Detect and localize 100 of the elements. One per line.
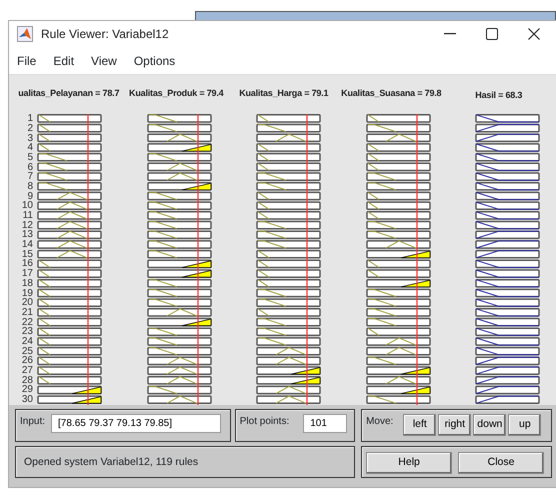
membership-plot xyxy=(146,202,212,210)
maximize-icon[interactable] xyxy=(486,28,498,40)
move-button[interactable]: left xyxy=(403,414,436,436)
membership-plot xyxy=(146,279,212,288)
membership-plot xyxy=(366,288,430,298)
membership-plot xyxy=(475,172,540,182)
variable-heading: ualitas_Pelayanan = 78.7 xyxy=(18,88,120,98)
membership-plot xyxy=(146,260,212,268)
membership-plot xyxy=(146,308,212,317)
membership-plot xyxy=(366,318,430,327)
membership-plot xyxy=(475,260,540,268)
rule-number: 15 xyxy=(20,250,34,260)
membership-plot xyxy=(366,328,430,336)
membership-plot xyxy=(366,172,430,182)
plot-points-field[interactable]: 101 xyxy=(303,414,348,434)
rule-number: 3 xyxy=(26,134,34,144)
variable-heading: Kualitas_Harga = 79.1 xyxy=(239,88,328,98)
membership-plot xyxy=(146,347,212,356)
rule-number: 13 xyxy=(20,230,34,240)
rule-number: 6 xyxy=(26,162,34,172)
rule-number: 22 xyxy=(20,318,34,328)
membership-plot xyxy=(146,250,212,259)
rule-number: 18 xyxy=(20,278,34,289)
rule-number: 9 xyxy=(27,192,34,202)
membership-plot xyxy=(256,288,321,298)
membership-plot xyxy=(146,153,212,162)
membership-plot xyxy=(37,192,102,200)
membership-plot xyxy=(37,124,102,133)
membership-plot xyxy=(256,386,321,394)
membership-plot xyxy=(37,114,102,123)
membership-plot xyxy=(37,356,102,366)
membership-plot xyxy=(256,318,321,327)
membership-plot xyxy=(146,230,212,240)
membership-plot xyxy=(256,162,321,172)
membership-plot xyxy=(146,366,212,376)
rule-number: 11 xyxy=(22,211,34,221)
membership-plot xyxy=(37,172,102,182)
membership-plot xyxy=(256,143,321,152)
membership-plot xyxy=(366,250,430,259)
membership-plot xyxy=(366,337,430,346)
rule-number: 25 xyxy=(20,346,34,356)
membership-plot xyxy=(475,192,540,200)
membership-plot xyxy=(366,366,430,376)
membership-plot xyxy=(146,143,212,152)
rule-number: 30 xyxy=(20,395,34,405)
input-marker-line[interactable] xyxy=(196,114,198,406)
rule-number: 5 xyxy=(26,152,34,163)
membership-plot xyxy=(475,211,540,220)
membership-plot xyxy=(37,279,102,288)
membership-plot xyxy=(37,396,102,404)
input-field[interactable]: [78.65 79.37 79.13 79.85] xyxy=(51,414,222,434)
membership-plot xyxy=(256,347,321,356)
input-marker-line[interactable] xyxy=(87,114,89,406)
membership-plot xyxy=(256,269,321,278)
app-icon xyxy=(17,26,33,42)
membership-plot xyxy=(256,230,321,240)
membership-plot xyxy=(475,318,540,327)
menu-item[interactable]: View xyxy=(91,52,117,70)
membership-plot xyxy=(366,202,430,210)
membership-plot xyxy=(146,134,212,142)
input-marker-line[interactable] xyxy=(306,114,308,406)
status-message: Opened system Variabel12, 119 rules xyxy=(24,455,198,470)
membership-plot xyxy=(366,220,430,230)
menu-item[interactable]: Options xyxy=(134,52,176,70)
rule-number: 19 xyxy=(20,288,34,298)
help-button[interactable]: Help xyxy=(366,452,452,474)
membership-plot xyxy=(146,318,212,327)
close-icon[interactable] xyxy=(528,28,540,40)
membership-plot xyxy=(37,202,102,210)
membership-plot xyxy=(146,376,212,385)
menu-item[interactable]: File xyxy=(17,52,36,70)
membership-plot xyxy=(366,143,430,152)
close-button[interactable]: Close xyxy=(458,452,544,474)
move-button[interactable]: up xyxy=(508,414,542,436)
membership-plot xyxy=(146,269,212,278)
rule-number: 29 xyxy=(20,385,34,396)
membership-plot xyxy=(256,240,321,249)
plot-points-label: Plot points: xyxy=(240,415,290,430)
membership-plot xyxy=(37,376,102,385)
move-button[interactable]: right xyxy=(438,414,472,436)
membership-plot xyxy=(37,337,102,346)
membership-plot xyxy=(37,153,102,162)
menu-item[interactable]: Edit xyxy=(53,52,74,70)
membership-plot xyxy=(37,347,102,356)
membership-plot xyxy=(146,114,212,123)
membership-plot xyxy=(37,240,102,249)
membership-plot xyxy=(366,182,430,191)
minimize-icon[interactable] xyxy=(444,33,456,36)
membership-plot xyxy=(366,211,430,220)
membership-plot xyxy=(475,182,540,191)
membership-plot xyxy=(366,279,430,288)
membership-plot xyxy=(475,376,540,385)
membership-plot xyxy=(475,269,540,278)
move-button[interactable]: down xyxy=(473,414,506,436)
rule-number: 21 xyxy=(20,308,34,318)
membership-plot xyxy=(366,298,430,308)
membership-plot xyxy=(146,220,212,230)
membership-plot xyxy=(366,386,430,394)
variable-heading: Kualitas_Produk = 79.4 xyxy=(129,88,224,98)
input-marker-line[interactable] xyxy=(416,114,418,406)
